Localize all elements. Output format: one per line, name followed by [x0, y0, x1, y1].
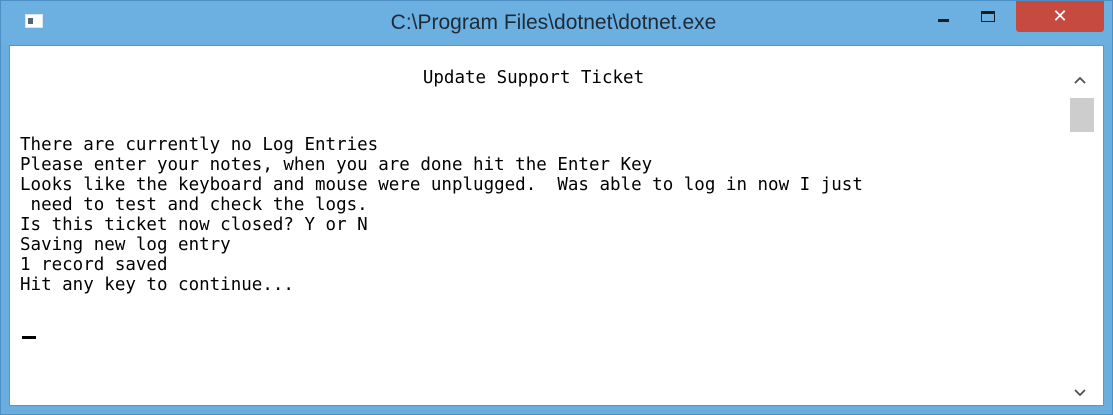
console-line: Please enter your notes, when you are do…: [20, 155, 653, 175]
chevron-down-icon: [1074, 389, 1086, 397]
console-heading: Update Support Ticket: [422, 68, 645, 88]
console-area[interactable]: Update Support Ticket There are currentl…: [9, 45, 1104, 406]
console-line: 1 record saved: [20, 255, 168, 275]
scroll-thumb[interactable]: [1070, 98, 1094, 132]
minimize-icon: [937, 18, 949, 22]
title-bar[interactable]: C:\Program Files\dotnet\dotnet.exe ✕: [1, 1, 1112, 45]
console-window: C:\Program Files\dotnet\dotnet.exe ✕ Upd…: [0, 0, 1113, 415]
minimize-button[interactable]: [919, 1, 967, 31]
console-line: Is this ticket now closed? Y or N: [20, 215, 368, 235]
console-line: need to test and check the logs.: [20, 195, 368, 215]
console-output: Update Support Ticket There are currentl…: [20, 46, 1047, 405]
console-app-icon[interactable]: [25, 14, 43, 28]
console-line: Saving new log entry: [20, 235, 231, 255]
close-icon: ✕: [1052, 6, 1068, 27]
close-button[interactable]: ✕: [1016, 1, 1104, 32]
app-icon-glyph: [28, 18, 33, 24]
console-line: There are currently no Log Entries: [20, 135, 379, 155]
window-title: C:\Program Files\dotnet\dotnet.exe: [390, 11, 717, 34]
scroll-up-button[interactable]: [1057, 68, 1103, 92]
text-cursor: [22, 336, 36, 339]
maximize-button[interactable]: [967, 1, 1009, 31]
chevron-up-icon: [1074, 76, 1086, 84]
vertical-scrollbar[interactable]: [1057, 46, 1103, 405]
console-line: Hit any key to continue...: [20, 275, 294, 295]
maximize-icon: [981, 10, 995, 22]
console-line: Looks like the keyboard and mouse were u…: [20, 175, 863, 195]
scroll-down-button[interactable]: [1057, 381, 1103, 405]
